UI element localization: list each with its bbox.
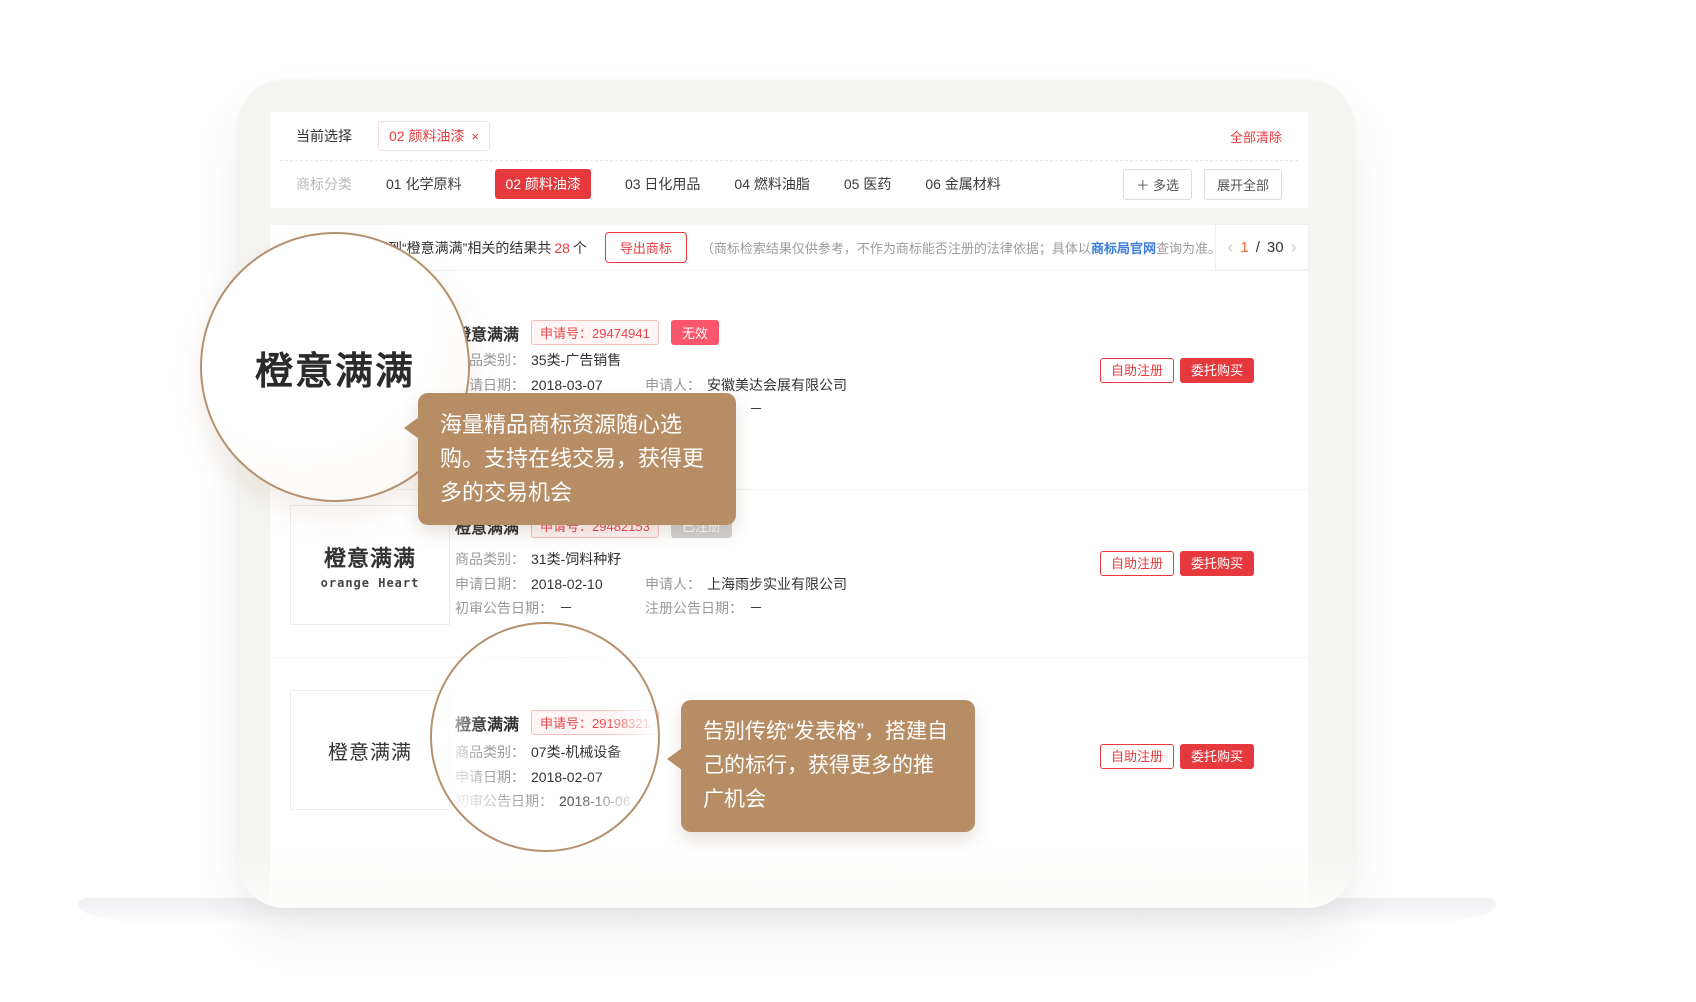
applicant: 安徽美达会展有限公司 bbox=[707, 377, 847, 393]
selected-filter-chip[interactable]: 02 颜料油漆 × bbox=[378, 121, 490, 151]
self-register-button[interactable]: 自助注册 bbox=[1100, 744, 1174, 769]
registration-publication-date: － bbox=[749, 401, 763, 417]
pagination: ‹ 1 / 30 › bbox=[1215, 224, 1309, 270]
magnifier-lens bbox=[430, 622, 660, 852]
application-date: 2018-03-07 bbox=[531, 377, 603, 393]
registration-publication-date: － bbox=[749, 600, 763, 616]
category-item-05[interactable]: 05 医药 bbox=[844, 174, 891, 194]
self-register-button[interactable]: 自助注册 bbox=[1100, 551, 1174, 576]
disclaimer-text: （商标检索结果仅供参考，不作为商标能否注册的法律依据；具体以商标局官网查询为准。… bbox=[701, 238, 1228, 257]
entrust-buy-button[interactable]: 委托购买 bbox=[1180, 744, 1254, 769]
filter-panel: 当前选择 02 颜料油漆 × 全部清除 商标分类 01 化学原料 02 颜料油漆… bbox=[270, 112, 1308, 208]
category-item-04[interactable]: 04 燃料油脂 bbox=[734, 174, 809, 194]
first-publication-date: － bbox=[559, 600, 573, 616]
category-row: 商标分类 01 化学原料 02 颜料油漆 03 日化用品 04 燃料油脂 05 … bbox=[296, 160, 1282, 208]
entrust-buy-button[interactable]: 委托购买 bbox=[1180, 551, 1254, 576]
application-number-tag: 申请号：29474941 bbox=[531, 320, 659, 345]
results-header: 当前分类下检索到“橙意满满”相关的结果共28个 导出商标 （商标检索结果仅供参考… bbox=[270, 225, 1308, 271]
clear-all-link[interactable]: 全部清除 bbox=[1230, 127, 1282, 146]
category-row-label: 商标分类 bbox=[296, 174, 352, 194]
promo-tooltip-marketplace: 海量精品商标资源随心选购。支持在线交易，获得更多的交易机会 bbox=[418, 393, 736, 525]
current-page: 1 bbox=[1240, 239, 1248, 256]
self-register-button[interactable]: 自助注册 bbox=[1100, 358, 1174, 383]
promo-tooltip-promotion: 告别传统“发表格”，搭建自己的标行，获得更多的推广机会 bbox=[681, 700, 975, 832]
category-item-02-selected[interactable]: 02 颜料油漆 bbox=[495, 169, 590, 199]
trademark-image-subtext: orange Heart bbox=[321, 576, 420, 590]
results-count: 28 bbox=[551, 240, 573, 256]
applicant: 上海雨步实业有限公司 bbox=[707, 576, 847, 592]
trademark-image[interactable]: 橙意满满 bbox=[290, 690, 450, 810]
category-item-06[interactable]: 06 金属材料 bbox=[925, 174, 1000, 194]
magnified-trademark-text: 橙意满满 bbox=[255, 340, 415, 395]
current-selection-label: 当前选择 bbox=[296, 126, 352, 146]
expand-all-button[interactable]: 展开全部 bbox=[1204, 169, 1282, 200]
multi-select-button[interactable]: ＋ 多选 bbox=[1123, 169, 1192, 200]
category-item-01[interactable]: 01 化学原料 bbox=[386, 174, 461, 194]
goods-category: 35类-广告销售 bbox=[531, 352, 621, 368]
laptop-mockup: 当前选择 02 颜料油漆 × 全部清除 商标分类 01 化学原料 02 颜料油漆… bbox=[0, 0, 1696, 1002]
application-date: 2018-02-10 bbox=[531, 576, 603, 592]
total-pages: 30 bbox=[1267, 239, 1284, 256]
prev-page-icon[interactable]: ‹ bbox=[1227, 238, 1233, 256]
entrust-buy-button[interactable]: 委托购买 bbox=[1180, 358, 1254, 383]
category-item-03[interactable]: 03 日化用品 bbox=[625, 174, 700, 194]
goods-category: 31类-饲料种籽 bbox=[531, 551, 621, 567]
chip-label: 02 颜料油漆 bbox=[389, 126, 464, 146]
trademark-office-link[interactable]: 商标局官网 bbox=[1091, 241, 1156, 256]
status-badge: 无效 bbox=[671, 320, 719, 345]
chip-close-icon[interactable]: × bbox=[471, 129, 479, 144]
export-trademarks-button[interactable]: 导出商标 bbox=[605, 232, 687, 263]
current-selection-row: 当前选择 02 颜料油漆 × 全部清除 bbox=[296, 112, 1282, 160]
next-page-icon[interactable]: › bbox=[1291, 238, 1297, 256]
